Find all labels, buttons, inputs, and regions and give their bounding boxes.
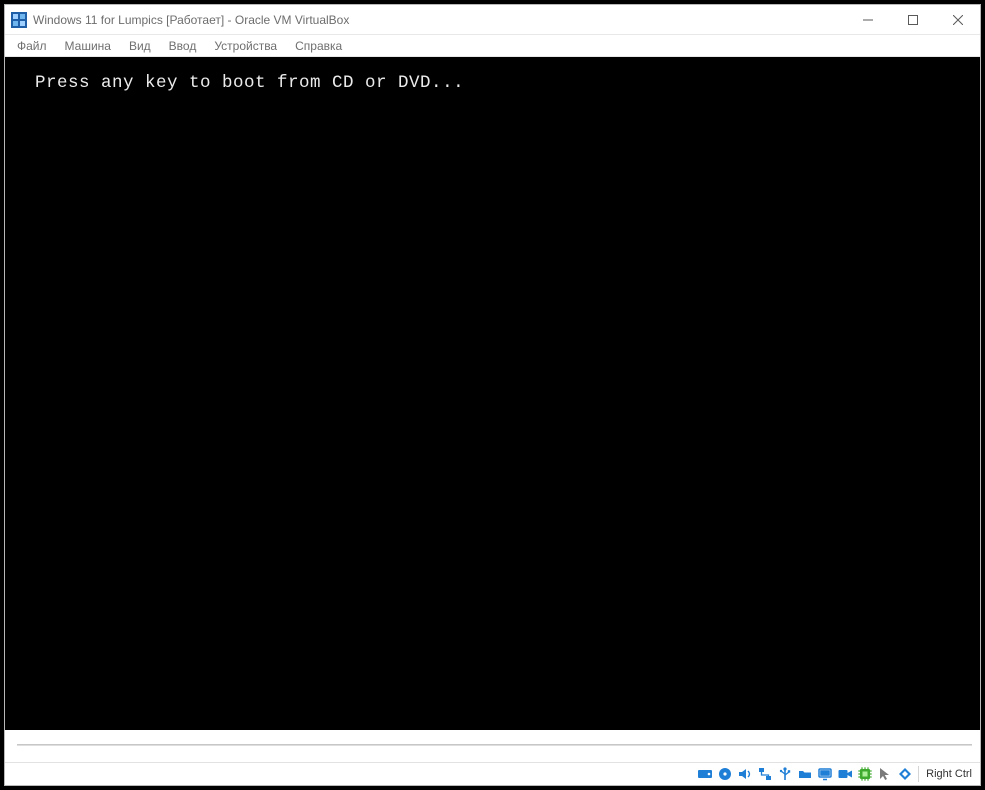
statusbar: Right Ctrl — [5, 762, 980, 785]
virtualbox-app-icon — [11, 12, 27, 28]
shared-folders-icon[interactable] — [796, 766, 813, 783]
titlebar: Windows 11 for Lumpics [Работает] - Orac… — [5, 5, 980, 35]
boot-prompt-text: Press any key to boot from CD or DVD... — [35, 73, 464, 93]
usb-icon[interactable] — [776, 766, 793, 783]
vm-bottom-strip — [5, 730, 980, 762]
virtualbox-window: Windows 11 for Lumpics [Работает] - Orac… — [4, 4, 981, 786]
display-icon[interactable] — [816, 766, 833, 783]
hostkey-label[interactable]: Right Ctrl — [926, 768, 974, 780]
audio-icon[interactable] — [736, 766, 753, 783]
recording-icon[interactable] — [836, 766, 853, 783]
close-button[interactable] — [935, 5, 980, 35]
menu-devices[interactable]: Устройства — [206, 36, 285, 56]
vm-scroll-track — [17, 744, 972, 746]
minimize-button[interactable] — [845, 5, 890, 35]
window-title: Windows 11 for Lumpics [Работает] - Orac… — [33, 13, 349, 27]
menu-machine[interactable]: Машина — [57, 36, 119, 56]
menu-help[interactable]: Справка — [287, 36, 350, 56]
keyboard-icon[interactable] — [896, 766, 913, 783]
mouse-integration-icon[interactable] — [876, 766, 893, 783]
menu-view[interactable]: Вид — [121, 36, 159, 56]
network-icon[interactable] — [756, 766, 773, 783]
cpu-icon[interactable] — [856, 766, 873, 783]
menu-file[interactable]: Файл — [9, 36, 55, 56]
hard-disk-icon[interactable] — [696, 766, 713, 783]
optical-disc-icon[interactable] — [716, 766, 733, 783]
vm-display[interactable]: Press any key to boot from CD or DVD... — [5, 57, 980, 762]
maximize-button[interactable] — [890, 5, 935, 35]
menu-input[interactable]: Ввод — [161, 36, 205, 56]
status-separator — [918, 766, 919, 782]
menubar: Файл Машина Вид Ввод Устройства Справка — [5, 35, 980, 57]
